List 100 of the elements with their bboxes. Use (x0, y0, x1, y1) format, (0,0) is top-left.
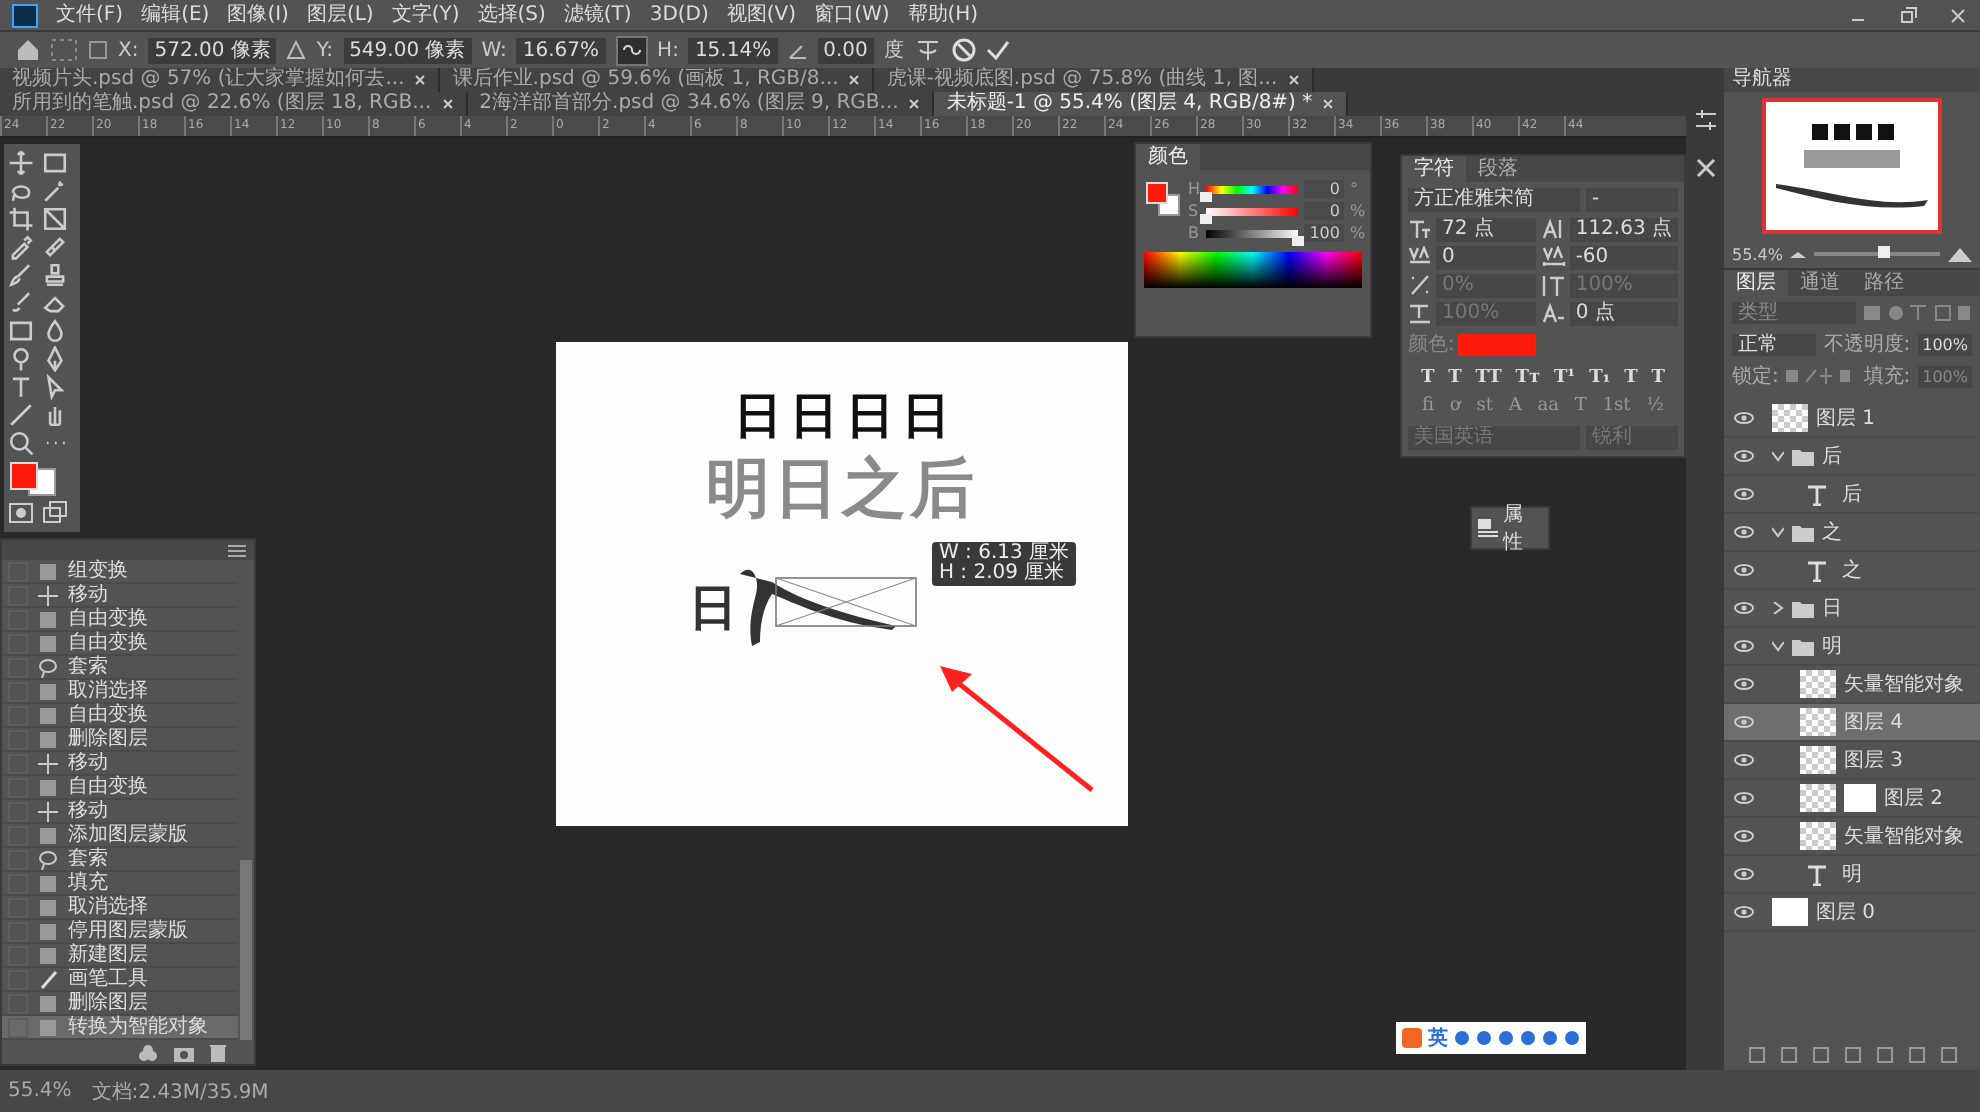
menu-item[interactable]: 3D(D) (649, 3, 709, 27)
history-item[interactable]: 移动 (2, 752, 238, 776)
font-family-dropdown[interactable]: 方正准雅宋简 (1408, 188, 1580, 212)
move-icon[interactable] (8, 150, 34, 176)
document-tab[interactable]: 视频片头.psd @ 57% (让大家掌握如何去... (0, 68, 441, 92)
close-icon[interactable] (1287, 74, 1300, 86)
disclosure-caret-icon[interactable] (1772, 640, 1784, 652)
sliders-icon[interactable] (1693, 108, 1717, 132)
text-setting-field[interactable]: 112.63 点 (1569, 218, 1678, 242)
color-spectrum[interactable] (1144, 252, 1362, 288)
visibility-eye-icon[interactable] (1732, 526, 1756, 538)
zoom-in-icon[interactable] (1948, 246, 1972, 262)
history-item[interactable]: 删除图层 (2, 728, 238, 752)
layer-row[interactable]: 之 (1724, 514, 1980, 552)
menu-item[interactable]: 编辑(E) (141, 3, 210, 27)
history-item[interactable]: 填充 (2, 872, 238, 896)
history-item[interactable]: 自由变换 (2, 632, 238, 656)
value-field[interactable]: 100 (1304, 224, 1344, 242)
layer-row[interactable]: 后 (1724, 476, 1980, 514)
height-field[interactable]: 15.14% (688, 37, 778, 63)
opacity-field[interactable]: 100% (1918, 333, 1972, 355)
arrow-cursor-icon[interactable] (42, 374, 68, 400)
history-item[interactable]: 新建图层 (2, 944, 238, 968)
history-item[interactable]: 自由变换 (2, 776, 238, 800)
y-field[interactable]: 549.00 像素 (343, 37, 472, 63)
visibility-eye-icon[interactable] (1732, 602, 1756, 614)
panel-tab[interactable]: 段落 (1466, 156, 1530, 182)
blend-mode-dropdown[interactable]: 正常 (1732, 333, 1816, 355)
visibility-eye-icon[interactable] (1732, 792, 1756, 804)
text-style-button[interactable]: T¹ (1553, 368, 1576, 388)
gradient-icon[interactable] (8, 318, 34, 344)
slider-thumb[interactable] (1200, 213, 1212, 223)
document-tab[interactable]: 未标题-1 @ 55.4% (图层 4, RGB/8#) * (934, 92, 1349, 116)
text-style-button[interactable]: T₁ (1589, 368, 1611, 388)
brush-icon[interactable] (8, 262, 34, 288)
visibility-eye-icon[interactable] (1732, 868, 1756, 880)
zoom-icon[interactable] (8, 430, 34, 456)
text-color-swatch[interactable] (1458, 333, 1536, 355)
color-swatches-icon[interactable] (1144, 180, 1180, 216)
pen-icon[interactable] (42, 346, 68, 372)
visibility-eye-icon[interactable] (1732, 716, 1756, 728)
history-item[interactable]: 添加图层蒙版 (2, 824, 238, 848)
frame-icon[interactable] (42, 206, 68, 232)
document-tab[interactable]: 2海洋部首部分.psd @ 34.6% (图层 9, RGB... (467, 92, 935, 116)
panel-title[interactable]: 属性 (1503, 500, 1542, 556)
text-setting-field[interactable]: 0 (1436, 246, 1536, 270)
history-item[interactable]: 停用图层蒙版 (2, 920, 238, 944)
history-item[interactable]: 取消选择 (2, 680, 238, 704)
drop-icon[interactable] (42, 318, 68, 344)
layer-row[interactable]: 矢量智能对象 (1724, 818, 1980, 856)
text-style-button[interactable]: TT (1475, 368, 1502, 388)
marquee-icon[interactable] (42, 150, 68, 176)
checkbox-icon[interactable] (88, 40, 108, 60)
layer-row[interactable]: 后 (1724, 438, 1980, 476)
menu-item[interactable]: 窗口(W) (814, 3, 890, 27)
layer-row[interactable]: 之 (1724, 552, 1980, 590)
zoom-value[interactable]: 55.4% (1732, 245, 1783, 263)
cancel-icon[interactable] (951, 38, 976, 62)
bandage-icon[interactable] (42, 234, 68, 260)
panel-tab[interactable]: 通道 (1788, 270, 1852, 296)
crop-icon[interactable] (8, 206, 34, 232)
screen-mode-icon[interactable] (42, 500, 68, 526)
menu-item[interactable]: 视图(V) (726, 3, 797, 27)
visibility-eye-icon[interactable] (1732, 488, 1756, 500)
zoom-level[interactable]: 55.4% (8, 1080, 72, 1102)
menu-item[interactable]: 文字(Y) (391, 3, 460, 27)
close-icon[interactable] (441, 98, 454, 110)
zoom-slider-thumb[interactable] (1877, 246, 1890, 258)
menu-item[interactable]: 文件(F) (56, 3, 124, 27)
document-tab[interactable]: 所用到的笔触.psd @ 22.6% (图层 18, RGB... (0, 92, 468, 116)
close-icon[interactable] (1322, 98, 1335, 110)
language-mode-toggle[interactable]: 英 (1428, 1024, 1448, 1052)
navigator-preview[interactable] (1762, 98, 1942, 234)
slider-thumb[interactable] (1292, 235, 1304, 245)
layer-row[interactable]: 图层 4 (1724, 704, 1980, 742)
layer-row[interactable]: 明 (1724, 628, 1980, 666)
history-item[interactable]: 移动 (2, 584, 238, 608)
document-tab[interactable]: 虎课-视频底图.psd @ 75.8% (曲线 1, 图... (874, 68, 1314, 92)
text-style-button[interactable]: T (1624, 368, 1638, 388)
visibility-eye-icon[interactable] (1732, 564, 1756, 576)
text-style-button[interactable]: T (1448, 368, 1462, 388)
visibility-eye-icon[interactable] (1732, 450, 1756, 462)
panel-menu-icon[interactable] (228, 543, 246, 557)
color-swatches-icon[interactable] (8, 460, 56, 496)
trash-icon[interactable] (210, 1043, 226, 1061)
layer-row[interactable]: 日 (1724, 590, 1980, 628)
history-item[interactable]: 转换为智能对象 (2, 1016, 238, 1040)
disclosure-caret-icon[interactable] (1772, 526, 1784, 538)
scrollbar[interactable] (240, 860, 252, 1040)
history-item[interactable]: 画笔工具 (2, 968, 238, 992)
menu-item[interactable]: 图层(L) (306, 3, 374, 27)
history-item[interactable]: 自由变换 (2, 704, 238, 728)
warp-icon[interactable] (913, 38, 942, 62)
angle-field[interactable]: 0.00 (817, 37, 874, 63)
dodge-icon[interactable] (8, 346, 34, 372)
text-style-button[interactable]: T (1651, 368, 1665, 388)
wand-icon[interactable] (42, 178, 68, 204)
restore-icon[interactable] (1898, 5, 1918, 25)
tools-icon[interactable] (1693, 156, 1717, 180)
home-icon[interactable] (16, 38, 40, 62)
